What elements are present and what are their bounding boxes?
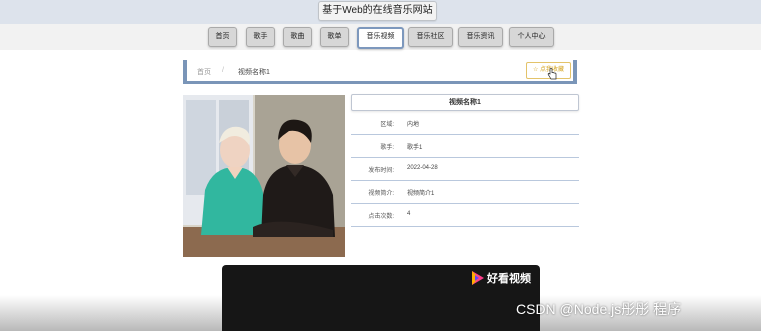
- detail-row-intro: 视频简介: 视频简介1: [351, 180, 579, 204]
- breadcrumb-current: 视频名称1: [238, 69, 270, 76]
- detail-row-release-date: 发布时间: 2022-04-28: [351, 157, 579, 181]
- breadcrumb-separator: /: [222, 67, 224, 74]
- breadcrumb-home[interactable]: 首页: [197, 67, 211, 77]
- player-brand-label: 好看视频: [487, 273, 531, 285]
- watermark: CSDN @Node.js彤彤 程序: [516, 301, 682, 317]
- detail-value: 视频简介1: [407, 191, 435, 197]
- detail-value: 歌手1: [407, 145, 423, 151]
- main-nav: 首页 歌手 歌曲 歌单 音乐视频 音乐社区 音乐资讯 个人中心: [0, 24, 761, 50]
- detail-row-region: 区域: 内地: [351, 111, 579, 135]
- nav-item-singers[interactable]: 歌手: [246, 27, 275, 47]
- detail-label: 发布时间:: [368, 168, 394, 174]
- nav-item-music-videos[interactable]: 音乐视频: [357, 27, 404, 49]
- video-cover-image: [183, 95, 345, 257]
- detail-label: 视频简介:: [368, 191, 394, 197]
- video-player[interactable]: 好看视频: [222, 265, 540, 331]
- detail-value: 4: [407, 211, 411, 217]
- header-bar: 基于Web的在线音乐网站: [0, 0, 761, 24]
- detail-value: 2022-04-28: [407, 165, 438, 171]
- detail-label: 歌手:: [380, 145, 394, 151]
- nav-item-news[interactable]: 音乐资讯: [458, 27, 503, 47]
- detail-value: 内地: [407, 122, 420, 128]
- play-logo-icon: [472, 271, 484, 285]
- detail-label: 点击次数:: [368, 214, 394, 220]
- nav-item-songs[interactable]: 歌曲: [283, 27, 312, 47]
- detail-row-singer: 歌手: 歌手1: [351, 134, 579, 158]
- site-title: 基于Web的在线音乐网站: [318, 1, 437, 21]
- breadcrumb: 首页 / 视频名称1 ☆ 点我收藏: [183, 60, 577, 84]
- nav-item-home[interactable]: 首页: [208, 27, 237, 47]
- video-detail-panel: 视频名称1 区域: 内地 歌手: 歌手1 发布时间: 2022-04-28 视频…: [351, 94, 579, 231]
- nav-item-playlists[interactable]: 歌单: [320, 27, 349, 47]
- hand-cursor-icon: [547, 68, 557, 80]
- player-brand: 好看视频: [470, 269, 540, 287]
- nav-item-profile[interactable]: 个人中心: [509, 27, 554, 47]
- detail-label: 区域:: [380, 122, 394, 128]
- nav-item-community[interactable]: 音乐社区: [408, 27, 453, 47]
- video-title: 视频名称1: [351, 94, 579, 111]
- detail-row-click-count: 点击次数: 4: [351, 203, 579, 227]
